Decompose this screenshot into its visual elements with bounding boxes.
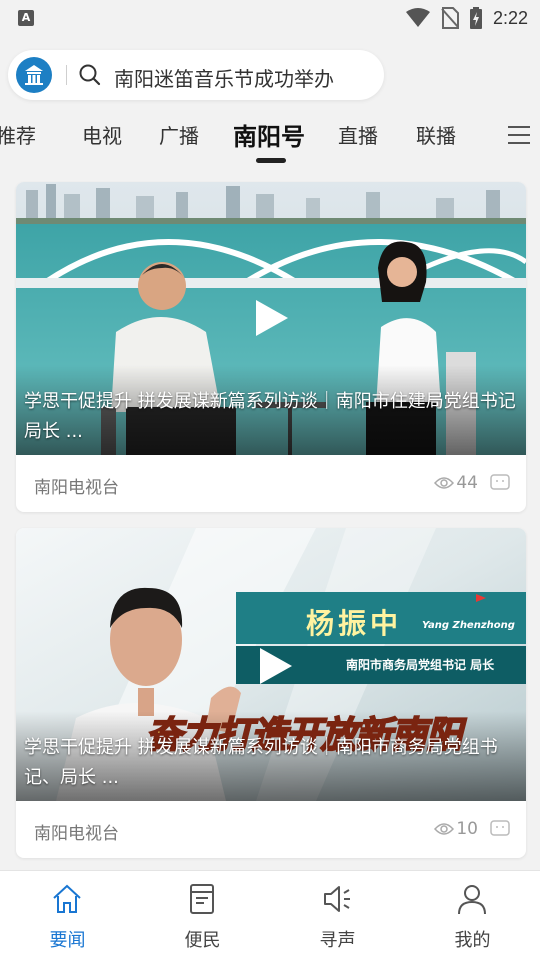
tab-live[interactable]: 直播: [338, 120, 378, 149]
video-thumbnail[interactable]: 学思干促提升 拼发展谋新篇系列访谈｜南阳市住建局党组书记 局长 ...: [16, 182, 526, 455]
nav-services[interactable]: 便民: [135, 871, 270, 960]
nav-label: 便民: [184, 930, 221, 951]
clock: 2:22: [492, 7, 528, 28]
article-card[interactable]: 杨振中 Yang Zhenzhong 南阳市商务局党组书记 局长 奋力打造开放新…: [16, 528, 526, 858]
search-divider: [66, 65, 67, 85]
no-sim-icon: [441, 7, 459, 29]
eye-icon: [434, 477, 454, 489]
view-count: 44: [456, 473, 478, 493]
bottom-navigation: 要闻 便民 寻声 我的: [0, 870, 540, 960]
article-meta: 南阳电视台 10: [16, 801, 526, 858]
article-source: 南阳电视台: [34, 478, 119, 498]
person-icon: [458, 885, 486, 915]
document-icon: [190, 884, 214, 914]
nav-profile[interactable]: 我的: [405, 871, 540, 960]
guest-position: 南阳市商务局党组书记 局长: [346, 658, 495, 672]
tab-nanyang-hao[interactable]: 南阳号: [233, 117, 305, 152]
search-suggestion[interactable]: 南阳迷笛音乐节成功举办: [114, 63, 334, 92]
search-icon: [79, 64, 101, 86]
wifi-icon: [405, 8, 430, 27]
article-title: 学思干促提升 拼发展谋新篇系列访谈｜南阳市住建局党组书记 局长 ...: [24, 391, 516, 442]
comment-icon[interactable]: [490, 474, 510, 490]
search-row: 南阳迷笛音乐节成功举办: [0, 50, 540, 102]
nanyang-logo-icon[interactable]: [16, 57, 52, 93]
guest-pinyin: Yang Zhenzhong: [422, 620, 515, 631]
view-count: 10: [456, 819, 478, 839]
keyboard-indicator-icon: A: [18, 10, 34, 26]
play-icon[interactable]: [250, 298, 290, 338]
home-icon: [53, 884, 81, 913]
article-title: 学思干促提升 拼发展谋新篇系列访谈｜南阳市商务局党组书记、局长 ...: [24, 737, 498, 788]
play-icon[interactable]: [254, 646, 294, 686]
nav-label: 寻声: [319, 930, 356, 951]
menu-icon[interactable]: [506, 124, 532, 146]
active-tab-indicator: [256, 158, 286, 163]
article-card[interactable]: 学思干促提升 拼发展谋新篇系列访谈｜南阳市住建局党组书记 局长 ... 南阳电视…: [16, 182, 526, 512]
article-meta: 南阳电视台 44: [16, 455, 526, 512]
nav-audio[interactable]: 寻声: [270, 871, 405, 960]
video-thumbnail[interactable]: 杨振中 Yang Zhenzhong 南阳市商务局党组书记 局长 奋力打造开放新…: [16, 528, 526, 801]
tab-radio[interactable]: 广播: [159, 120, 199, 149]
speaker-icon: [324, 886, 350, 912]
comment-icon[interactable]: [490, 820, 510, 836]
search-bar[interactable]: 南阳迷笛音乐节成功举办: [8, 50, 384, 100]
article-source: 南阳电视台: [34, 824, 119, 844]
guest-name: 杨振中: [306, 607, 403, 640]
tab-recommend[interactable]: 推荐: [0, 120, 36, 149]
nav-news[interactable]: 要闻: [0, 871, 135, 960]
status-icons: 2:22: [405, 6, 528, 30]
tab-tv[interactable]: 电视: [82, 120, 122, 149]
channel-tabs: 推荐 电视 广播 南阳号 直播 联播: [0, 110, 540, 164]
status-bar: A 2:22: [0, 0, 540, 36]
battery-icon: [469, 7, 482, 29]
eye-icon: [434, 823, 454, 835]
nav-label: 要闻: [49, 930, 86, 951]
nav-label: 我的: [454, 930, 491, 951]
tab-broadcast[interactable]: 联播: [416, 120, 456, 149]
